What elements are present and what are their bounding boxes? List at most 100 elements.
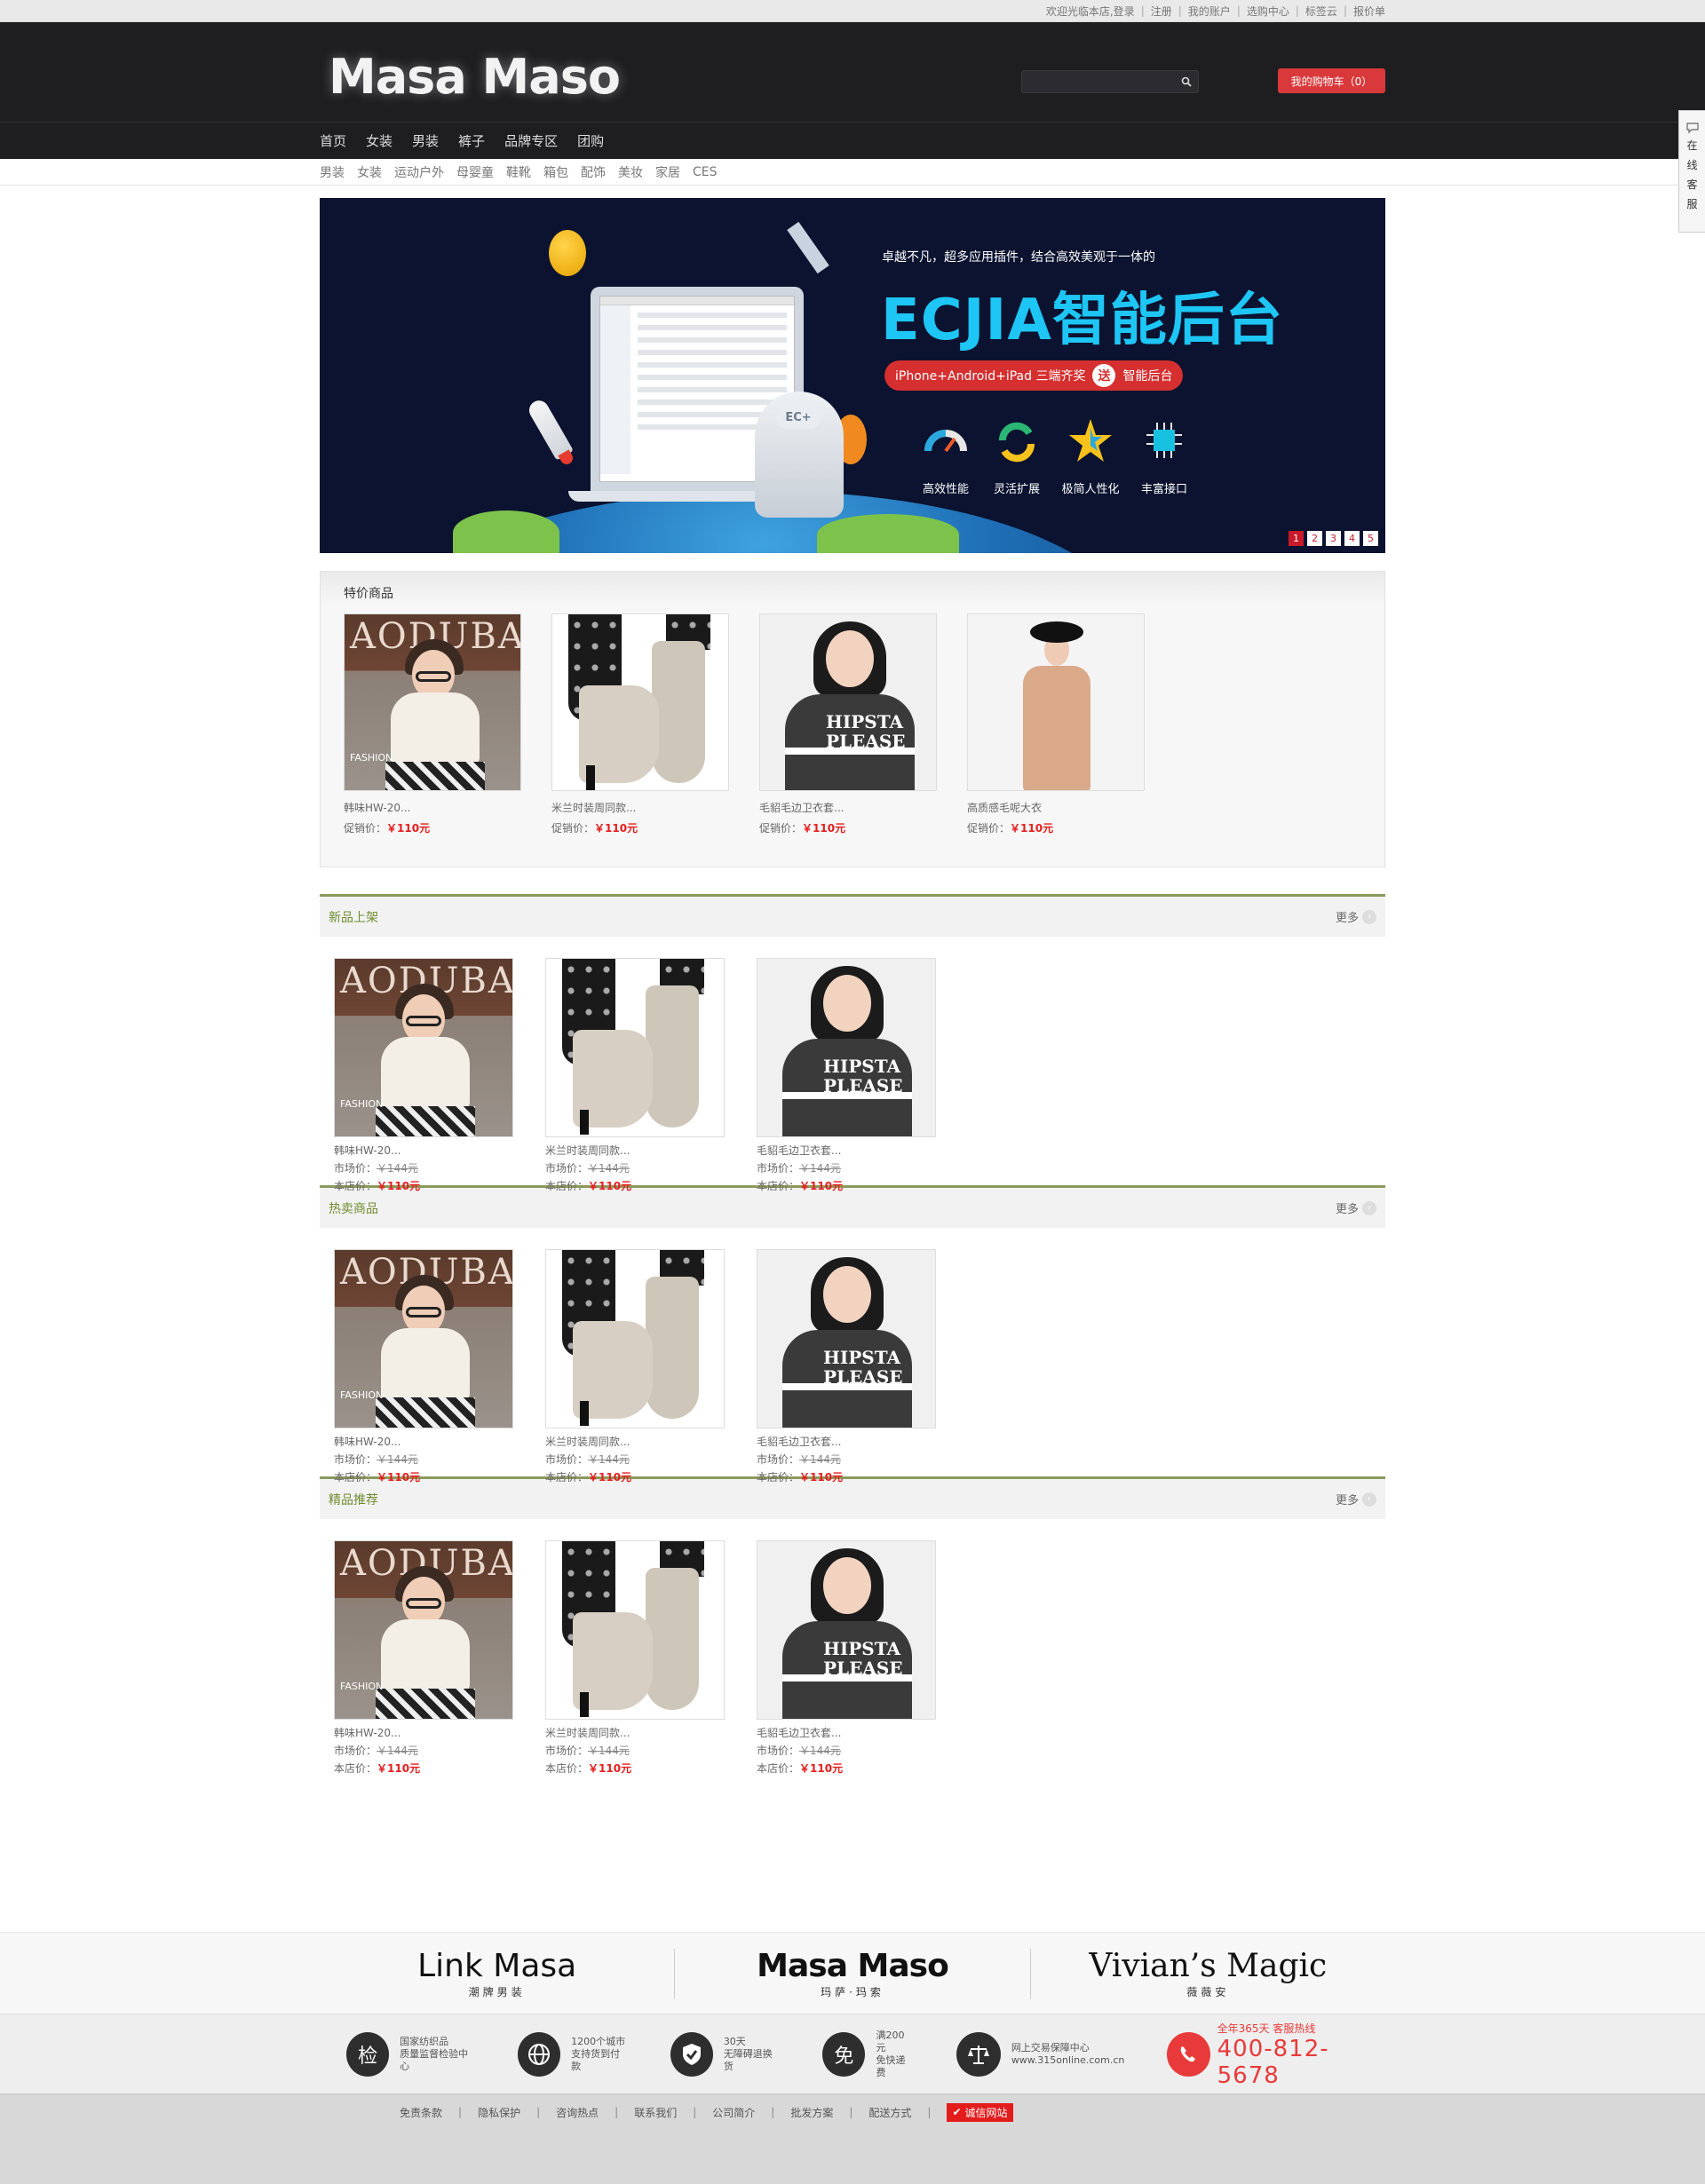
footer-link[interactable]: 公司简介 bbox=[712, 2105, 755, 2120]
product-card[interactable]: AODUBANFASHION 韩味HW-20... 市场价：￥144元 本店价：… bbox=[334, 1249, 513, 1484]
trust-badge[interactable]: ✔ 诚信网站 bbox=[947, 2102, 1013, 2122]
banner-page-dot[interactable]: 3 bbox=[1326, 531, 1341, 546]
nav-item-men[interactable]: 男装 bbox=[412, 131, 439, 150]
product-image[interactable] bbox=[545, 1249, 725, 1428]
promo-price: ￥110元 bbox=[1010, 822, 1054, 835]
product-image[interactable]: AODUBANFASHION bbox=[334, 1540, 513, 1720]
more-link[interactable]: 更多 › bbox=[1336, 908, 1376, 925]
category-link[interactable]: 鞋靴 bbox=[506, 163, 531, 181]
banner-page-dot[interactable]: 5 bbox=[1363, 531, 1378, 546]
shopping-center-link[interactable]: 选购中心 bbox=[1247, 4, 1289, 19]
category-link[interactable]: 母婴童 bbox=[456, 163, 494, 181]
product-name[interactable]: 米兰时装周同款... bbox=[545, 1434, 725, 1448]
product-name[interactable]: 米兰时装周同款... bbox=[545, 1143, 725, 1157]
footer-link[interactable]: 批发方案 bbox=[790, 2105, 833, 2120]
brand-logo-vivians-magic[interactable]: Vivian’s Magic 薇薇安 bbox=[1029, 1948, 1385, 1999]
promo-price: ￥110元 bbox=[802, 822, 846, 835]
market-price: ￥144元 bbox=[377, 1162, 418, 1175]
product-name[interactable]: 毛貂毛边卫衣套... bbox=[757, 1725, 936, 1739]
product-card[interactable]: HIPSTA PLEASE 毛貂毛边卫衣套... 促销价：￥110元 bbox=[759, 613, 937, 835]
product-name[interactable]: 米兰时装周同款... bbox=[545, 1725, 725, 1739]
product-image[interactable]: HIPSTA PLEASE bbox=[757, 1540, 936, 1720]
hotline-number: 400-812-5678 bbox=[1217, 2035, 1329, 2089]
product-name[interactable]: 高质感毛呢大衣 bbox=[967, 800, 1145, 815]
promotion-box: 特价商品 AODUBANFASHION 韩味HW-20... 促销价：￥110元… bbox=[320, 571, 1385, 867]
my-account-link[interactable]: 我的账户 bbox=[1188, 4, 1231, 19]
category-link[interactable]: 运动户外 bbox=[394, 163, 444, 181]
product-card[interactable]: AODUBANFASHION 韩味HW-20... 市场价：￥144元 本店价：… bbox=[334, 958, 513, 1192]
online-service-tab[interactable]: 在 线 客 服 bbox=[1678, 110, 1705, 233]
brand-logo-masa-maso[interactable]: Masa Maso 玛萨·玛索 bbox=[674, 1948, 1029, 1999]
nav-item-brands[interactable]: 品牌专区 bbox=[504, 131, 558, 150]
footer-link[interactable]: 配送方式 bbox=[868, 2105, 911, 2120]
product-name[interactable]: 韩味HW-20... bbox=[334, 1725, 513, 1739]
banner-page-dot[interactable]: 2 bbox=[1307, 531, 1322, 546]
product-card[interactable]: 米兰时装周同款... 市场价：￥144元 本店价：￥110元 bbox=[545, 958, 725, 1192]
product-image[interactable]: HIPSTA PLEASE bbox=[759, 613, 937, 791]
nav-item-women[interactable]: 女装 bbox=[366, 131, 393, 150]
category-link[interactable]: 家居 bbox=[655, 163, 680, 181]
search-button[interactable] bbox=[1175, 71, 1198, 92]
footer-link[interactable]: 隐私保护 bbox=[478, 2105, 520, 2120]
category-link[interactable]: 配饰 bbox=[581, 163, 606, 181]
product-image[interactable]: HIPSTA PLEASE bbox=[757, 958, 936, 1137]
product-image[interactable] bbox=[967, 613, 1145, 791]
quote-link[interactable]: 报价单 bbox=[1353, 4, 1385, 19]
category-link[interactable]: CES bbox=[693, 165, 718, 179]
login-link[interactable]: 登录 bbox=[1114, 4, 1135, 19]
market-price: ￥144元 bbox=[377, 1745, 418, 1757]
product-name[interactable]: 毛貂毛边卫衣套... bbox=[759, 800, 937, 815]
product-image[interactable]: AODUBANFASHION bbox=[334, 1249, 513, 1428]
product-name[interactable]: 米兰时装周同款... bbox=[551, 800, 729, 815]
product-image[interactable]: AODUBANFASHION bbox=[344, 613, 521, 791]
category-link[interactable]: 男装 bbox=[320, 163, 345, 181]
category-link[interactable]: 美妆 bbox=[618, 163, 643, 181]
product-card[interactable]: 高质感毛呢大衣 促销价：￥110元 bbox=[967, 613, 1145, 835]
banner-tagline: 卓越不凡，超多应用插件，结合高效美观于一体的 bbox=[882, 250, 1155, 265]
product-image[interactable] bbox=[545, 958, 725, 1137]
product-name[interactable]: 毛貂毛边卫衣套... bbox=[757, 1434, 936, 1448]
free-icon: 免 bbox=[822, 2032, 866, 2077]
nav-item-home[interactable]: 首页 bbox=[320, 131, 346, 150]
register-link[interactable]: 注册 bbox=[1151, 4, 1172, 19]
category-link[interactable]: 女装 bbox=[357, 163, 382, 181]
footer-link[interactable]: 咨询热点 bbox=[556, 2105, 599, 2120]
footer-link[interactable]: 联系我们 bbox=[634, 2105, 677, 2120]
nav-item-pants[interactable]: 裤子 bbox=[458, 131, 485, 150]
product-name[interactable]: 韩味HW-20... bbox=[334, 1434, 513, 1448]
product-card[interactable]: 米兰时装周同款... 市场价：￥144元 本店价：￥110元 bbox=[545, 1540, 725, 1775]
product-name[interactable]: 韩味HW-20... bbox=[344, 800, 521, 815]
product-card[interactable]: HIPSTA PLEASE 毛貂毛边卫衣套... 市场价：￥144元 本店价：￥1… bbox=[757, 958, 936, 1192]
search-input[interactable] bbox=[1022, 71, 1175, 92]
chevron-right-icon: › bbox=[1362, 909, 1376, 924]
brand-logo-link-masa[interactable]: Link Masa 潮牌男装 bbox=[320, 1948, 674, 1999]
product-image[interactable]: AODUBANFASHION bbox=[334, 958, 513, 1137]
welcome-text: 欢迎光临本店, bbox=[1045, 4, 1114, 18]
footer-link[interactable]: 免责条款 bbox=[400, 2105, 442, 2120]
cart-button[interactable]: 我的购物车（0） bbox=[1278, 68, 1385, 93]
category-link[interactable]: 箱包 bbox=[543, 163, 568, 181]
product-card[interactable]: AODUBANFASHION 韩味HW-20... 促销价：￥110元 bbox=[344, 613, 521, 835]
site-logo[interactable]: Masa Maso bbox=[329, 49, 621, 105]
promo-price: ￥110元 bbox=[594, 822, 638, 835]
shop-price: ￥110元 bbox=[588, 1762, 632, 1775]
more-link[interactable]: 更多 › bbox=[1336, 1491, 1376, 1507]
product-image[interactable] bbox=[545, 1540, 725, 1720]
product-card[interactable]: 米兰时装周同款... 促销价：￥110元 bbox=[551, 613, 729, 835]
nav-item-group-buy[interactable]: 团购 bbox=[577, 131, 604, 150]
banner-page-dot[interactable]: 1 bbox=[1289, 531, 1304, 546]
product-image[interactable]: HIPSTA PLEASE bbox=[757, 1249, 936, 1428]
product-card[interactable]: 米兰时装周同款... 市场价：￥144元 本店价：￥110元 bbox=[545, 1249, 725, 1484]
product-name[interactable]: 毛貂毛边卫衣套... bbox=[757, 1143, 936, 1157]
product-name[interactable]: 韩味HW-20... bbox=[334, 1143, 513, 1157]
product-image[interactable] bbox=[551, 613, 729, 791]
banner-title: ECJIA智能后台 bbox=[881, 288, 1283, 353]
market-price: ￥144元 bbox=[799, 1745, 841, 1757]
product-card[interactable]: HIPSTA PLEASE 毛貂毛边卫衣套... 市场价：￥144元 本店价：￥1… bbox=[757, 1249, 936, 1484]
hero-banner[interactable]: EC+ 卓越不凡，超多应用插件，结合高效美观于一体的 ECJIA智能后台 iPh… bbox=[320, 198, 1385, 553]
tag-cloud-link[interactable]: 标签云 bbox=[1305, 4, 1337, 19]
more-link[interactable]: 更多 › bbox=[1336, 1199, 1376, 1216]
product-card[interactable]: AODUBANFASHION 韩味HW-20... 市场价：￥144元 本店价：… bbox=[334, 1540, 513, 1775]
product-card[interactable]: HIPSTA PLEASE 毛貂毛边卫衣套... 市场价：￥144元 本店价：￥1… bbox=[757, 1540, 936, 1775]
banner-page-dot[interactable]: 4 bbox=[1344, 531, 1360, 546]
